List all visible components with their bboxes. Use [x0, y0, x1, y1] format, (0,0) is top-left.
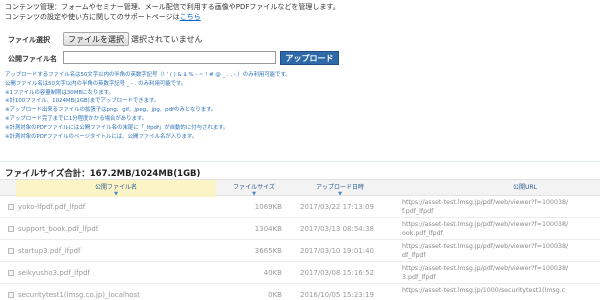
row-file-size: 0KB: [268, 291, 282, 299]
row-public-url-line2: f.pdf_lfpdf: [402, 208, 434, 215]
row-checkbox[interactable]: [8, 292, 14, 298]
row-public-url[interactable]: https://asset-test.lmsg.jp/1000/security…: [402, 286, 598, 295]
row-public-url[interactable]: https://asset-test.lmsg.jp/pdf/web/viewe…: [402, 220, 598, 238]
public-name-input[interactable]: [63, 51, 276, 64]
row-file-size: 1304KB: [254, 225, 282, 233]
row-public-url-line1: https://asset-test.lmsg.jp/pdf/web/viewe…: [402, 243, 569, 250]
row-public-url-line2: df_lfpdf: [402, 252, 426, 259]
column-header-size[interactable]: ファイルサイズ ▼: [224, 182, 284, 197]
row-public-url[interactable]: https://asset-test.lmsg.jp/pdf/web/viewe…: [402, 198, 598, 216]
note-item: ※計測対象のPDFファイルのページタイトルには、公開ファイル名が入ります。: [5, 133, 198, 140]
row-upload-date: 2017/03/08 15:16:52: [300, 269, 375, 277]
row-file-size: 1069KB: [254, 203, 282, 211]
file-size-summary: ファイルサイズ合計：167.2MB/1024MB(1GB): [5, 169, 201, 179]
public-name-label: 公開ファイル名: [8, 55, 57, 63]
intro-text: コンテンツ管理：フォームやセミナー管理、メール配信で利用する画像やPDFファイル…: [5, 2, 340, 22]
row-file-name: support_book.pdf_lfpdf: [18, 225, 99, 233]
row-public-url-line1: https://asset-test.lmsg.jp/pdf/web/viewe…: [402, 199, 569, 206]
file-select-row: ファイル選択: [8, 33, 50, 46]
column-header-date-label: アップロード日時: [315, 184, 364, 191]
public-name-row: 公開ファイル名: [8, 54, 57, 64]
column-header-date[interactable]: アップロード日時 ▼: [300, 182, 380, 197]
row-public-url-line2: 3.pdf_lfpdf: [402, 274, 436, 281]
row-file-name: startup3.pdf_lfpdf: [18, 247, 81, 255]
note-item: アップロードするファイル名は50文字以内の半角の英数字記号（! ' ( ) & …: [5, 72, 291, 78]
row-file-name: seikyusho3.pdf_lfpdf: [18, 269, 90, 277]
table-row[interactable]: seikyusho3.pdf_lfpdf 40KB 2017/03/08 15:…: [0, 262, 600, 284]
intro-line-1: コンテンツ管理：フォームやセミナー管理、メール配信で利用する画像やPDFファイル…: [5, 3, 340, 11]
row-file-size: 3665KB: [254, 247, 282, 255]
table-header: 公開ファイル名 ▼ ファイルサイズ ▼ アップロード日時 ▼ 公開URL: [0, 179, 600, 197]
section-divider: [0, 161, 600, 162]
row-file-name: yoko-lfpdf.pdf_lfpdf: [18, 203, 86, 211]
column-header-url: 公開URL: [500, 182, 550, 191]
note-item: 公開ファイル名は50文字以内の半角の英数字記号 _ - . のみ利用可能です。: [5, 80, 187, 87]
note-item: ※計測対象のPDFファイルには公開ファイル名の末尾に「_lfpdf」が自動的に付…: [5, 124, 229, 131]
note-item: ※1ファイルの容量制限は30MBになります。: [5, 89, 114, 96]
row-upload-date: 2017/03/22 17:13:09: [300, 203, 375, 211]
upload-button[interactable]: アップロード: [280, 51, 339, 65]
row-upload-date: 2017/03/10 19:01:40: [300, 247, 375, 255]
row-public-url-line2: ook.pdf_lfpdf: [402, 230, 443, 237]
note-item: ※計100ファイル、1024MB(1GB)までアップロードできます。: [5, 98, 160, 105]
row-public-url-line1: https://asset-test.lmsg.jp/pdf/web/viewe…: [402, 265, 569, 272]
file-select-status: 選択されていません: [131, 35, 203, 44]
row-file-size: 40KB: [263, 269, 282, 277]
row-public-url-line1: https://asset-test.lmsg.jp/1000/security…: [402, 287, 566, 294]
choose-file-button[interactable]: ファイルを選択: [63, 32, 129, 46]
column-header-size-label: ファイルサイズ: [233, 184, 275, 191]
upload-notes: アップロードするファイル名は50文字以内の半角の英数字記号（! ' ( ) & …: [5, 71, 291, 141]
row-upload-date: 2017/03/13 08:54:38: [300, 225, 375, 233]
intro-line-2-text: コンテンツの設定や使い方に関してのサポートページは: [5, 13, 180, 21]
column-header-name-label: 公開ファイル名: [94, 184, 137, 191]
row-checkbox[interactable]: [8, 204, 14, 210]
intro-line-2: コンテンツの設定や使い方に関してのサポートページはこちら: [5, 12, 340, 22]
row-checkbox[interactable]: [8, 226, 14, 232]
row-public-url-line1: https://asset-test.lmsg.jp/pdf/web/viewe…: [402, 221, 569, 228]
column-header-url-label: 公開URL: [513, 184, 537, 191]
row-upload-date: 2016/10/05 15:23:19: [300, 291, 375, 299]
row-public-url[interactable]: https://asset-test.lmsg.jp/pdf/web/viewe…: [402, 264, 598, 282]
file-select-label: ファイル選択: [8, 35, 50, 44]
column-header-name[interactable]: 公開ファイル名 ▼: [16, 182, 216, 197]
row-checkbox[interactable]: [8, 248, 14, 254]
support-page-link[interactable]: こちら: [180, 13, 201, 21]
table-row[interactable]: startup3.pdf_lfpdf 3665KB 2017/03/10 19:…: [0, 240, 600, 262]
table-row[interactable]: securitytest1(lmsg.co.jp)_localhost 0KB …: [0, 284, 600, 300]
table-row[interactable]: support_book.pdf_lfpdf 1304KB 2017/03/13…: [0, 218, 600, 240]
note-item: ※アップロード出来るファイルの拡張子はpng、gif、jpeg、jpg、pdfの…: [5, 107, 217, 114]
row-file-name: securitytest1(lmsg.co.jp)_localhost: [18, 291, 140, 299]
row-checkbox[interactable]: [8, 270, 14, 276]
table-row[interactable]: yoko-lfpdf.pdf_lfpdf 1069KB 2017/03/22 1…: [0, 196, 600, 218]
note-item: ※アップロード完了までに1分程度かかる場合があります。: [5, 115, 148, 122]
row-public-url[interactable]: https://asset-test.lmsg.jp/pdf/web/viewe…: [402, 242, 598, 260]
